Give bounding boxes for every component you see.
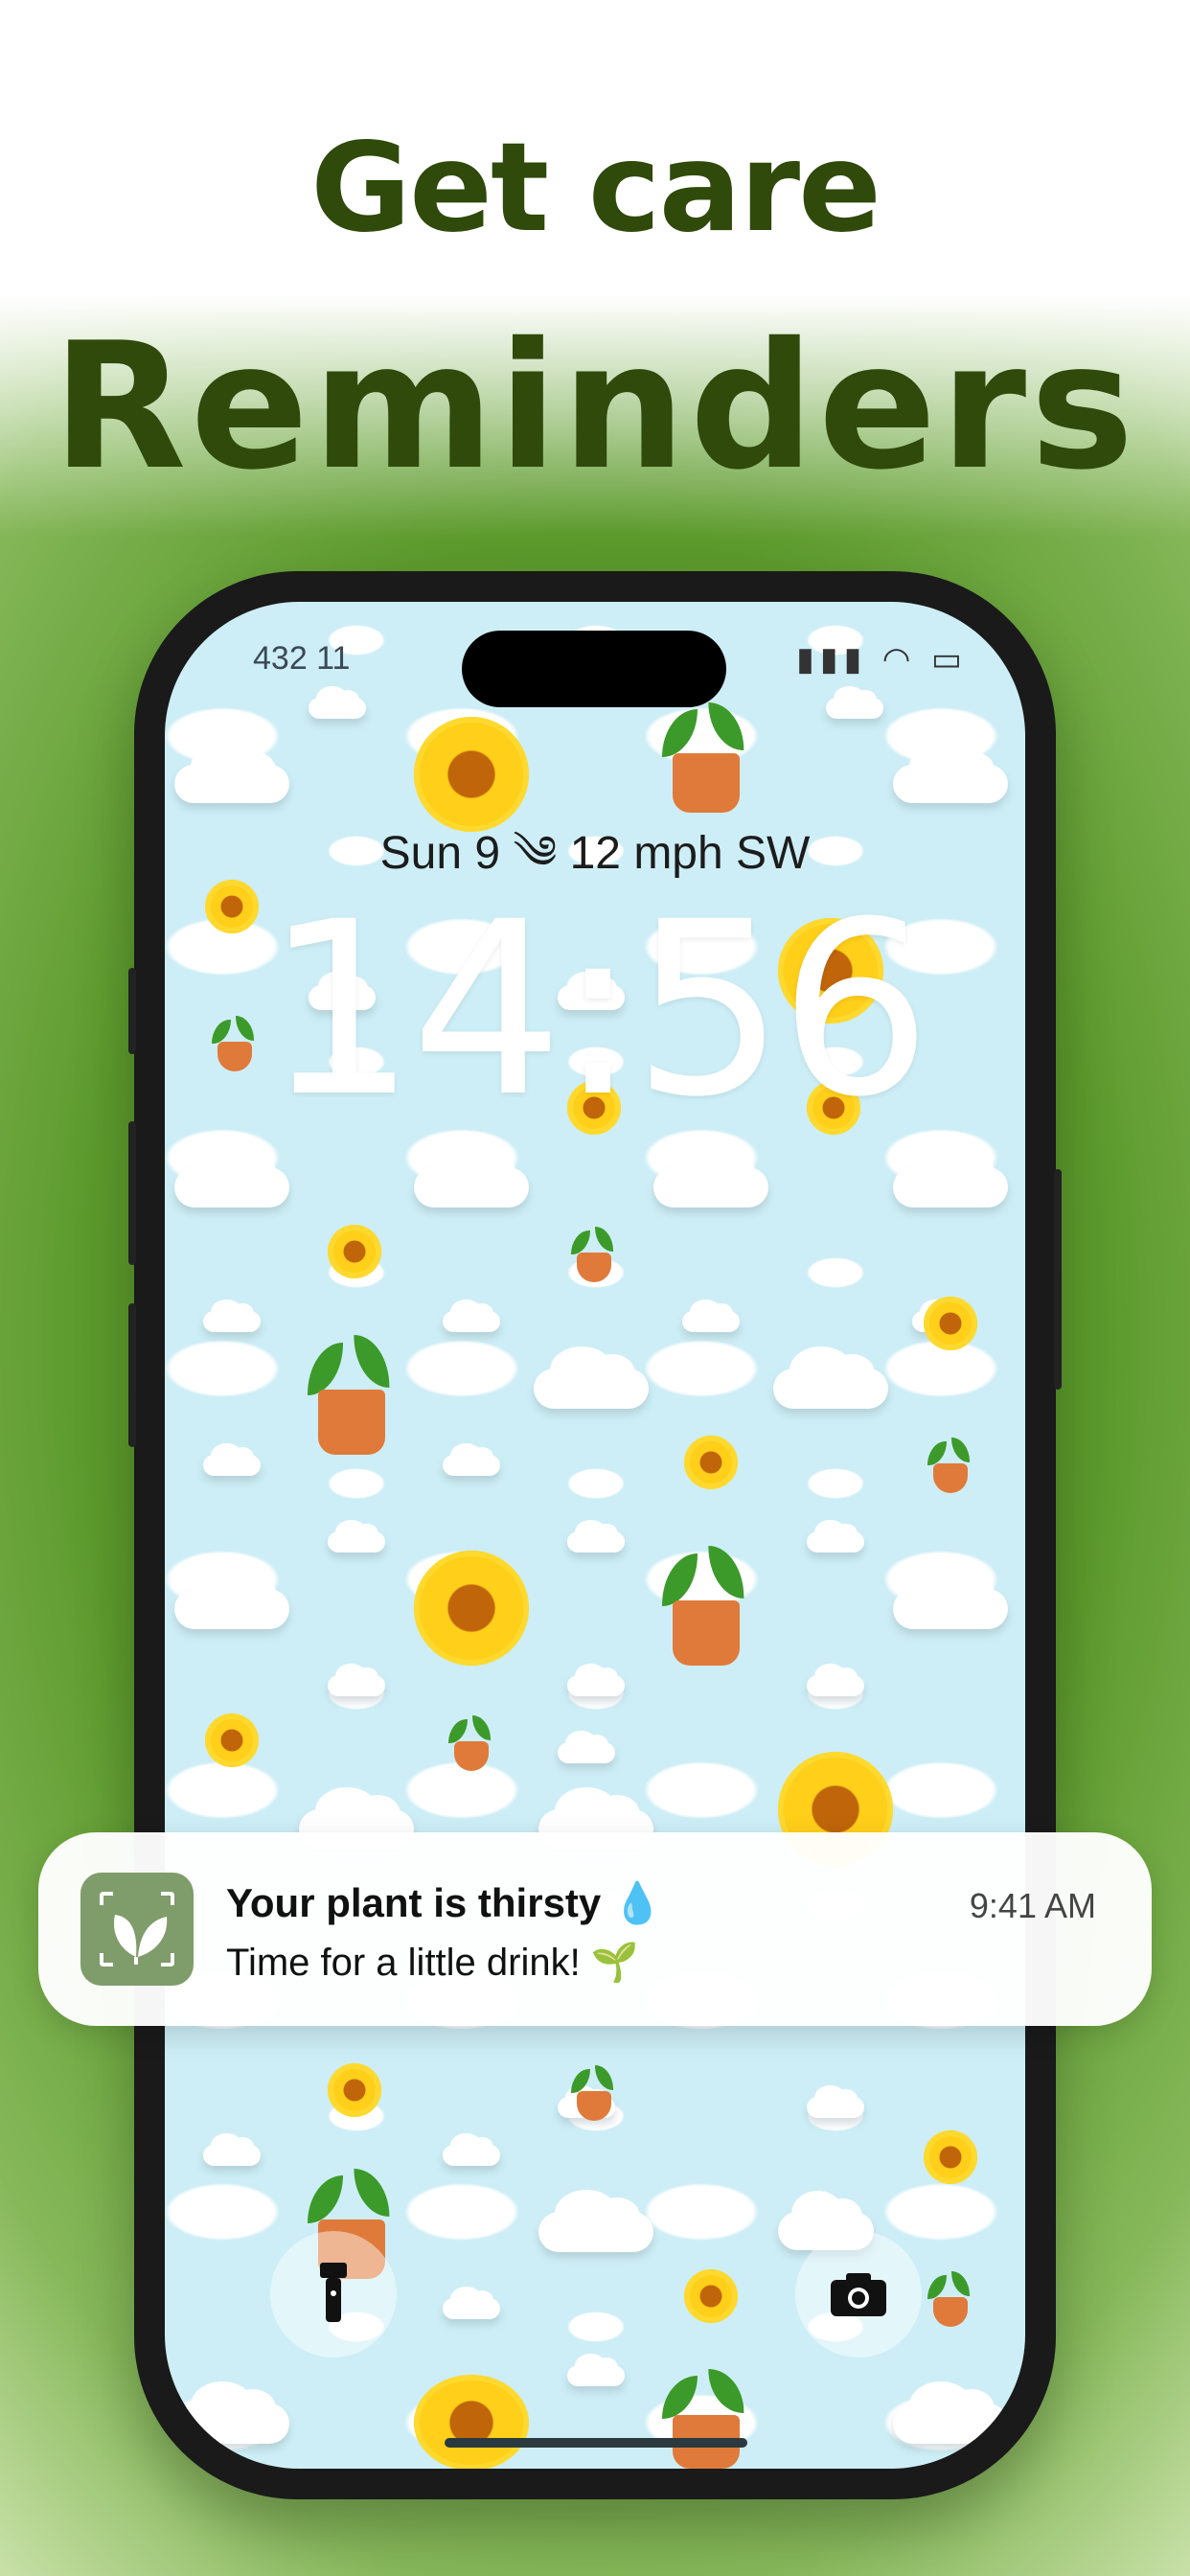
- wallpaper-cloud: [203, 1299, 261, 1332]
- dynamic-island: [462, 631, 726, 707]
- wallpaper-flower: [205, 1714, 259, 1767]
- wallpaper-cloud: [534, 1346, 649, 1409]
- wallpaper-plant: [653, 2365, 759, 2469]
- wallpaper-flower: [328, 1225, 381, 1278]
- wallpaper-cloud: [893, 1566, 1008, 1629]
- wallpaper-cloud: [328, 1519, 385, 1552]
- wallpaper-cloud: [414, 1144, 529, 1208]
- wallpaper-cloud: [538, 2189, 653, 2252]
- wallpaper-flower: [328, 2063, 381, 2117]
- wallpaper-cloud: [174, 1144, 289, 1208]
- wallpaper-cloud: [328, 1663, 385, 1696]
- status-bar-icons: ▮▮▮ ◠ ▭: [796, 640, 968, 678]
- wallpaper-cloud: [773, 1346, 888, 1409]
- wallpaper-cloud: [567, 2353, 625, 2386]
- wallpaper-cloud: [203, 2132, 261, 2166]
- wallpaper-cloud: [807, 2084, 864, 2118]
- flashlight-button[interactable]: [270, 2231, 397, 2358]
- flashlight-icon: [320, 2263, 347, 2322]
- wallpaper-plant: [924, 2269, 977, 2327]
- wallpaper-cloud: [174, 2380, 289, 2444]
- wallpaper-cloud: [203, 1442, 261, 1476]
- wallpaper-flower: [684, 1436, 738, 1489]
- app-icon: [80, 1873, 194, 1986]
- camera-icon: [831, 2273, 886, 2316]
- home-indicator[interactable]: [445, 2438, 747, 2448]
- wallpaper-flower: [924, 2130, 977, 2184]
- wallpaper-cloud: [807, 1663, 864, 1696]
- headline: Get care Reminders: [0, 0, 1190, 508]
- notification-body: Time for a little drink! 🌱: [226, 1942, 639, 1984]
- phone-volume-down-button: [128, 1303, 136, 1447]
- wallpaper-cloud: [443, 1299, 500, 1332]
- wallpaper-cloud: [443, 1442, 500, 1476]
- notification-title: Your plant is thirsty 💧: [226, 1880, 663, 1925]
- lock-screen-clock: 14:56: [263, 870, 931, 1149]
- headline-line-1: Get care: [310, 117, 881, 260]
- wallpaper-cloud: [567, 1663, 625, 1696]
- wallpaper-plant: [653, 1541, 759, 1666]
- wallpaper-cloud: [653, 1144, 768, 1208]
- wallpaper-plant: [445, 1714, 498, 1771]
- wallpaper-cloud: [682, 1299, 740, 1332]
- wallpaper-cloud: [309, 685, 366, 719]
- lock-screen[interactable]: 432 11 ▮▮▮ ◠ ▭ Sun 9 ༄ 12 mph SW 14:56: [165, 602, 1025, 2469]
- battery-icon: ▭: [930, 641, 968, 678]
- wallpaper-plant: [653, 698, 759, 813]
- leaf-icon: [100, 1892, 174, 1966]
- wallpaper-cloud: [893, 2380, 1008, 2444]
- notification-banner[interactable]: Your plant is thirsty 💧 Time for a littl…: [38, 1832, 1152, 2026]
- wallpaper-plant: [567, 1225, 621, 1282]
- wallpaper-cloud: [893, 1144, 1008, 1208]
- headline-line-2: Reminders: [52, 305, 1138, 508]
- phone-volume-up-button: [128, 1121, 136, 1265]
- phone-side-button: [128, 968, 136, 1054]
- wallpaper-cloud: [174, 1566, 289, 1629]
- status-bar-carrier: 432 11: [253, 640, 351, 677]
- wallpaper-cloud: [826, 685, 883, 719]
- wallpaper-cloud: [558, 1730, 615, 1763]
- wallpaper-cloud: [567, 1519, 625, 1552]
- wallpaper-cloud: [807, 1519, 864, 1552]
- signal-icon: ▮▮▮: [796, 641, 868, 678]
- wallpaper-cloud: [443, 2132, 500, 2166]
- wallpaper-flower: [414, 1551, 529, 1666]
- wallpaper-flower: [414, 2375, 529, 2469]
- wallpaper-cloud: [443, 2286, 500, 2319]
- camera-button[interactable]: [795, 2231, 922, 2358]
- wallpaper-plant: [299, 1330, 404, 1455]
- wallpaper-cloud: [893, 744, 1008, 803]
- wallpaper-flower: [684, 2269, 738, 2323]
- notification-time: 9:41 AM: [969, 1886, 1096, 1925]
- wifi-icon: ◠: [881, 641, 917, 678]
- wallpaper-plant: [567, 2063, 621, 2121]
- phone-power-button: [1054, 1169, 1062, 1390]
- wallpaper-cloud: [174, 744, 289, 803]
- wallpaper-plant: [924, 1436, 977, 1493]
- wallpaper-flower: [924, 1297, 977, 1350]
